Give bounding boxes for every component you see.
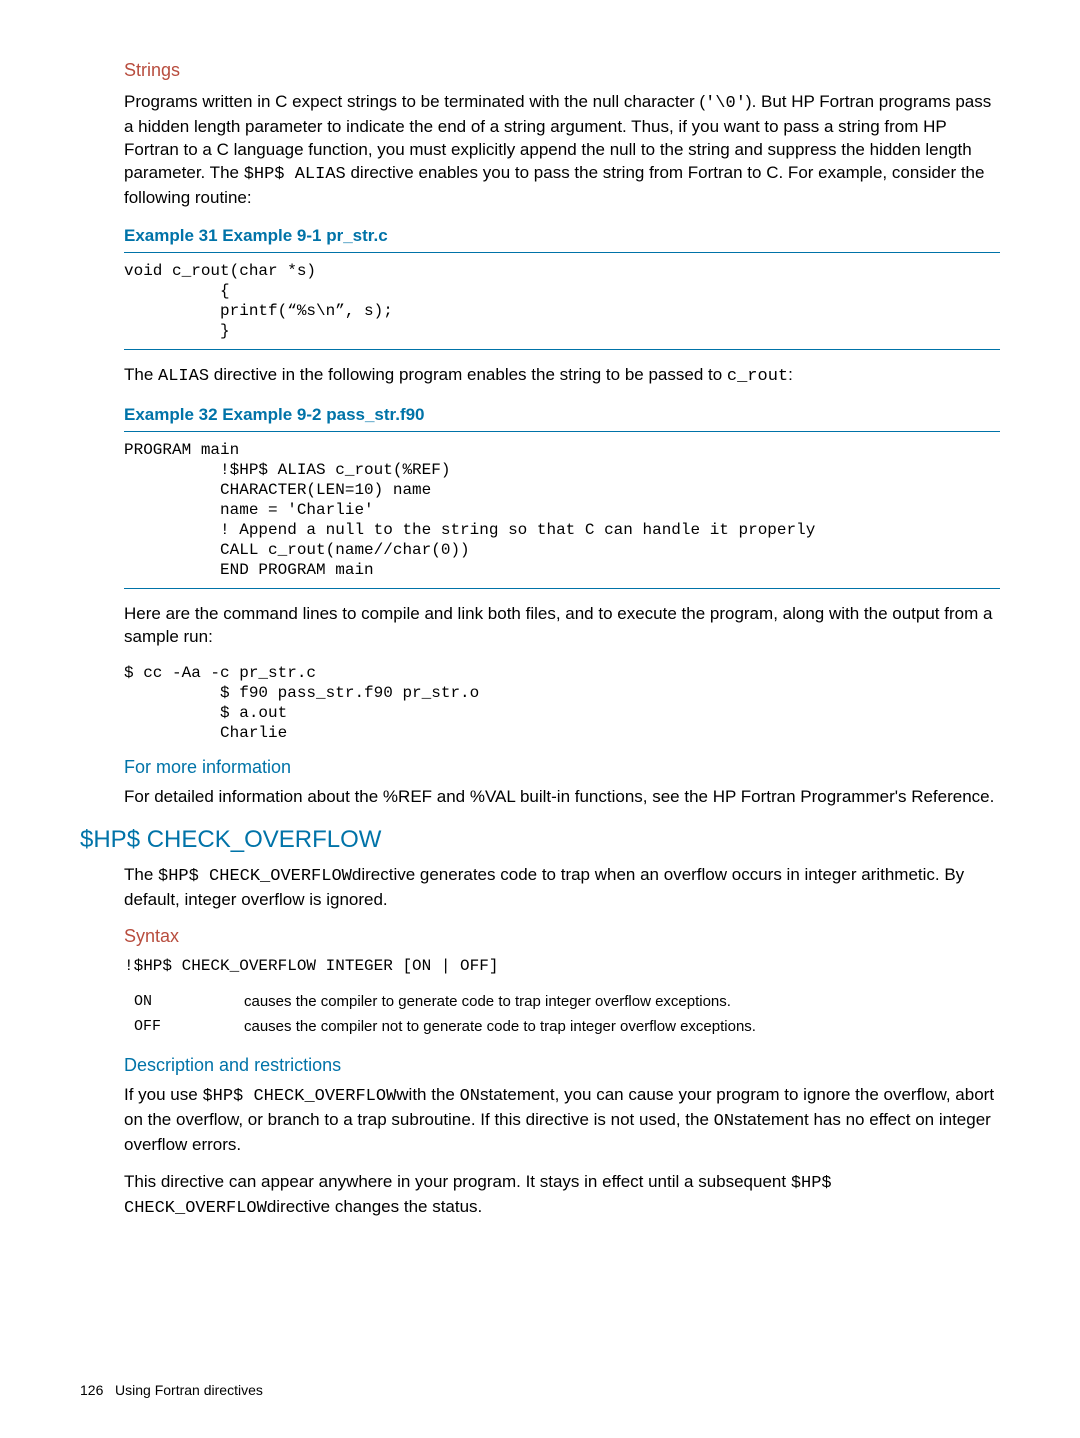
- code-on2: ON: [714, 1112, 734, 1131]
- description-p2: This directive can appear anywhere in yo…: [124, 1171, 1000, 1221]
- code-crout: c_rout: [727, 367, 788, 386]
- table-row: ON causes the compiler to generate code …: [134, 989, 756, 1014]
- text: directive in the following program enabl…: [209, 365, 727, 384]
- param-desc-on: causes the compiler to generate code to …: [244, 989, 756, 1014]
- divider: [124, 252, 1000, 253]
- code-null: '\0': [705, 94, 746, 113]
- example-32-code: PROGRAM main !$HP$ ALIAS c_rout(%REF) CH…: [124, 440, 1000, 580]
- param-desc-off: causes the compiler not to generate code…: [244, 1014, 756, 1039]
- check-overflow-intro: The $HP$ CHECK_OVERFLOWdirective generat…: [124, 864, 1000, 912]
- text: The: [124, 365, 158, 384]
- page-number: 126: [80, 1382, 103, 1398]
- text: If you use: [124, 1085, 202, 1104]
- table-row: OFF causes the compiler not to generate …: [134, 1014, 756, 1039]
- divider: [124, 349, 1000, 350]
- parameter-table: ON causes the compiler to generate code …: [134, 989, 756, 1039]
- text: :: [788, 365, 793, 384]
- command-lines-paragraph: Here are the command lines to compile an…: [124, 603, 1000, 649]
- code-on: ON: [460, 1087, 480, 1106]
- divider: [124, 431, 1000, 432]
- param-key-off: OFF: [134, 1014, 244, 1039]
- param-key-on: ON: [134, 989, 244, 1014]
- code-alias: ALIAS: [158, 367, 209, 386]
- check-overflow-heading: $HP$ CHECK_OVERFLOW: [80, 826, 1000, 854]
- divider: [124, 588, 1000, 589]
- command-lines-code: $ cc -Aa -c pr_str.c $ f90 pass_str.f90 …: [124, 663, 1000, 743]
- more-info-heading: For more information: [124, 757, 1000, 778]
- code-hp-alias: $HP$ ALIAS: [244, 165, 346, 184]
- text: The: [124, 865, 158, 884]
- text: with the: [396, 1085, 459, 1104]
- code-hp-check: $HP$ CHECK_OVERFLOW: [158, 867, 352, 886]
- example-32-heading: Example 32 Example 9-2 pass_str.f90: [124, 405, 1000, 425]
- alias-paragraph: The ALIAS directive in the following pro…: [124, 364, 1000, 389]
- strings-paragraph: Programs written in C expect strings to …: [124, 91, 1000, 210]
- text: Programs written in C expect strings to …: [124, 92, 705, 111]
- syntax-line: !$HP$ CHECK_OVERFLOW INTEGER [ON | OFF]: [124, 957, 1000, 975]
- description-p1: If you use $HP$ CHECK_OVERFLOWwith the O…: [124, 1084, 1000, 1157]
- more-info-paragraph: For detailed information about the %REF …: [124, 786, 1000, 809]
- chapter-title: Using Fortran directives: [115, 1382, 263, 1398]
- description-heading: Description and restrictions: [124, 1055, 1000, 1076]
- example-31-heading: Example 31 Example 9-1 pr_str.c: [124, 226, 1000, 246]
- code-hp-check2: $HP$ CHECK_OVERFLOW: [202, 1087, 396, 1106]
- strings-heading: Strings: [124, 60, 1000, 81]
- text: directive changes the status.: [267, 1197, 482, 1216]
- page-footer: 126 Using Fortran directives: [80, 1382, 263, 1398]
- example-31-code: void c_rout(char *s) { printf(“%s\n”, s)…: [124, 261, 1000, 341]
- syntax-heading: Syntax: [124, 926, 1000, 947]
- text: This directive can appear anywhere in yo…: [124, 1172, 791, 1191]
